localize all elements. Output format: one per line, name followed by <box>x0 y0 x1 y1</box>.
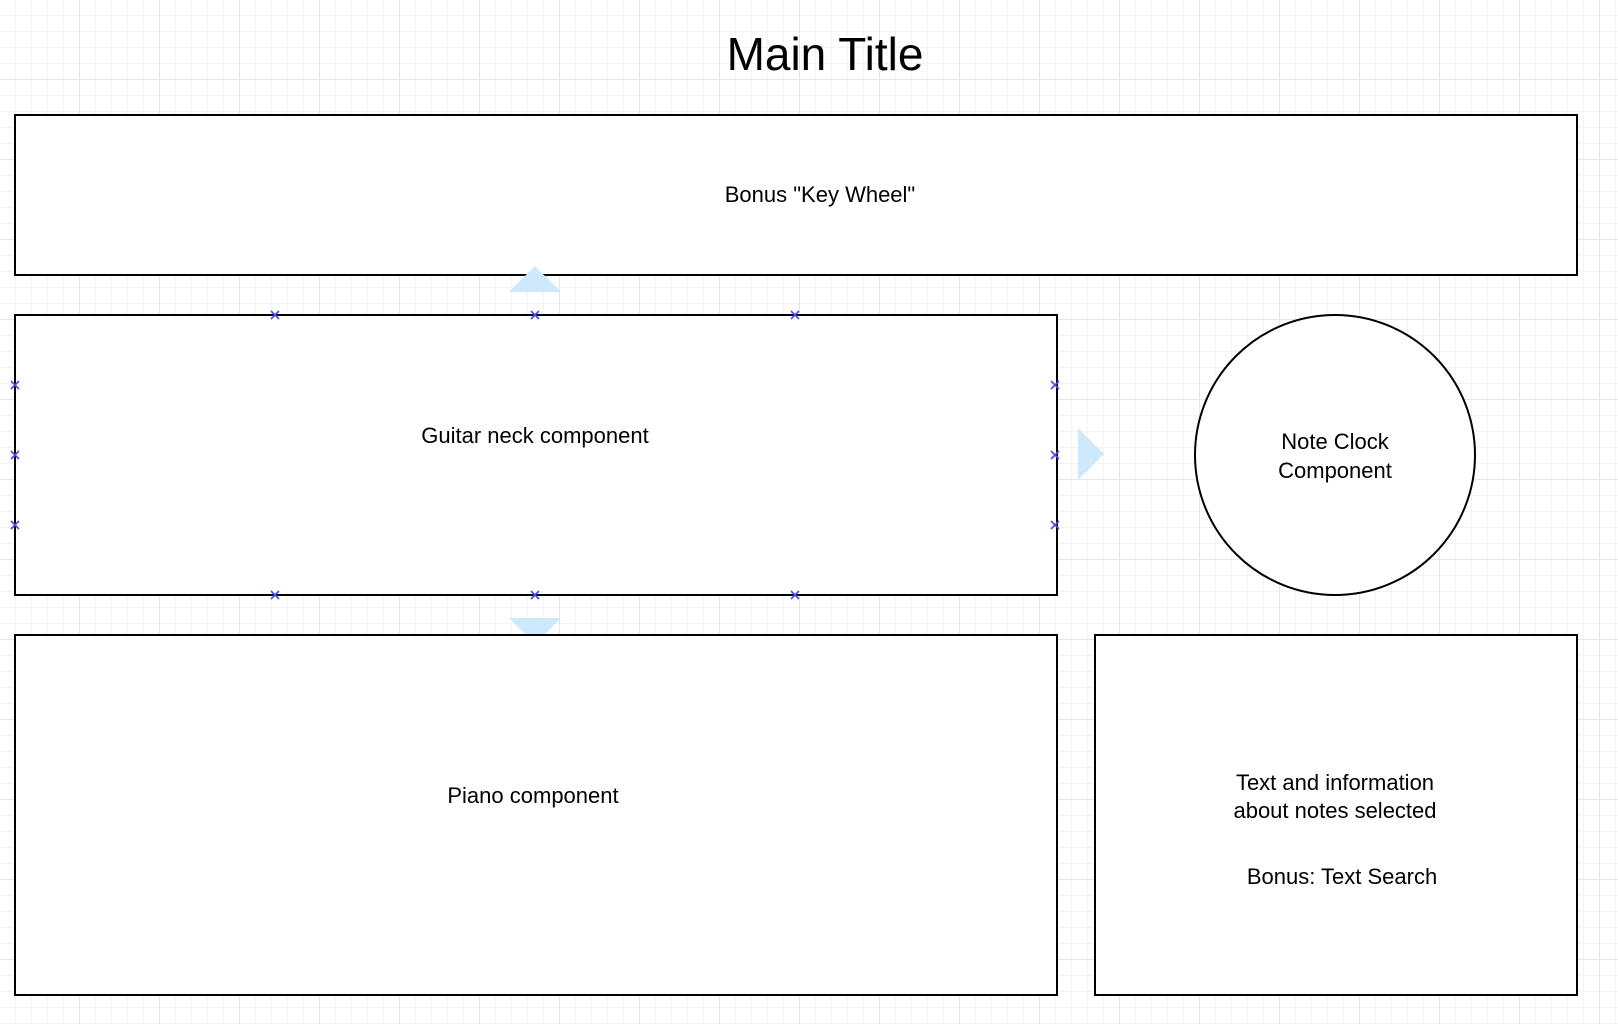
selection-handle-icon[interactable] <box>270 590 280 600</box>
selection-handle-icon[interactable] <box>10 380 20 390</box>
note-clock-label-line2: Component <box>1278 458 1392 483</box>
selection-handle-icon[interactable] <box>1050 380 1060 390</box>
key-wheel-label: Bonus "Key Wheel" <box>724 182 916 207</box>
selection-handle-icon[interactable] <box>10 450 20 460</box>
selection-handle-icon[interactable] <box>10 520 20 530</box>
selection-handle-icon[interactable] <box>1050 520 1060 530</box>
text-info-label-line2: about notes selected <box>1233 798 1437 823</box>
guitar-neck-shape[interactable] <box>14 314 1058 596</box>
piano-shape[interactable] <box>14 634 1058 996</box>
connect-arrow-up-icon[interactable] <box>509 266 561 294</box>
text-info-label-line1: Text and information <box>1235 770 1435 795</box>
piano-label: Piano component <box>447 783 619 808</box>
page-title: Main Title <box>726 28 924 80</box>
selection-handle-icon[interactable] <box>790 590 800 600</box>
selection-handle-icon[interactable] <box>270 310 280 320</box>
guitar-neck-label: Guitar neck component <box>421 423 649 448</box>
selection-handle-icon[interactable] <box>530 590 540 600</box>
selection-handle-icon[interactable] <box>1050 450 1060 460</box>
selection-handle-icon[interactable] <box>530 310 540 320</box>
note-clock-label-line1: Note Clock <box>1281 429 1389 454</box>
text-info-label-line3: Bonus: Text Search <box>1246 864 1438 889</box>
connect-arrow-right-icon[interactable] <box>1078 428 1106 480</box>
selection-handle-icon[interactable] <box>790 310 800 320</box>
